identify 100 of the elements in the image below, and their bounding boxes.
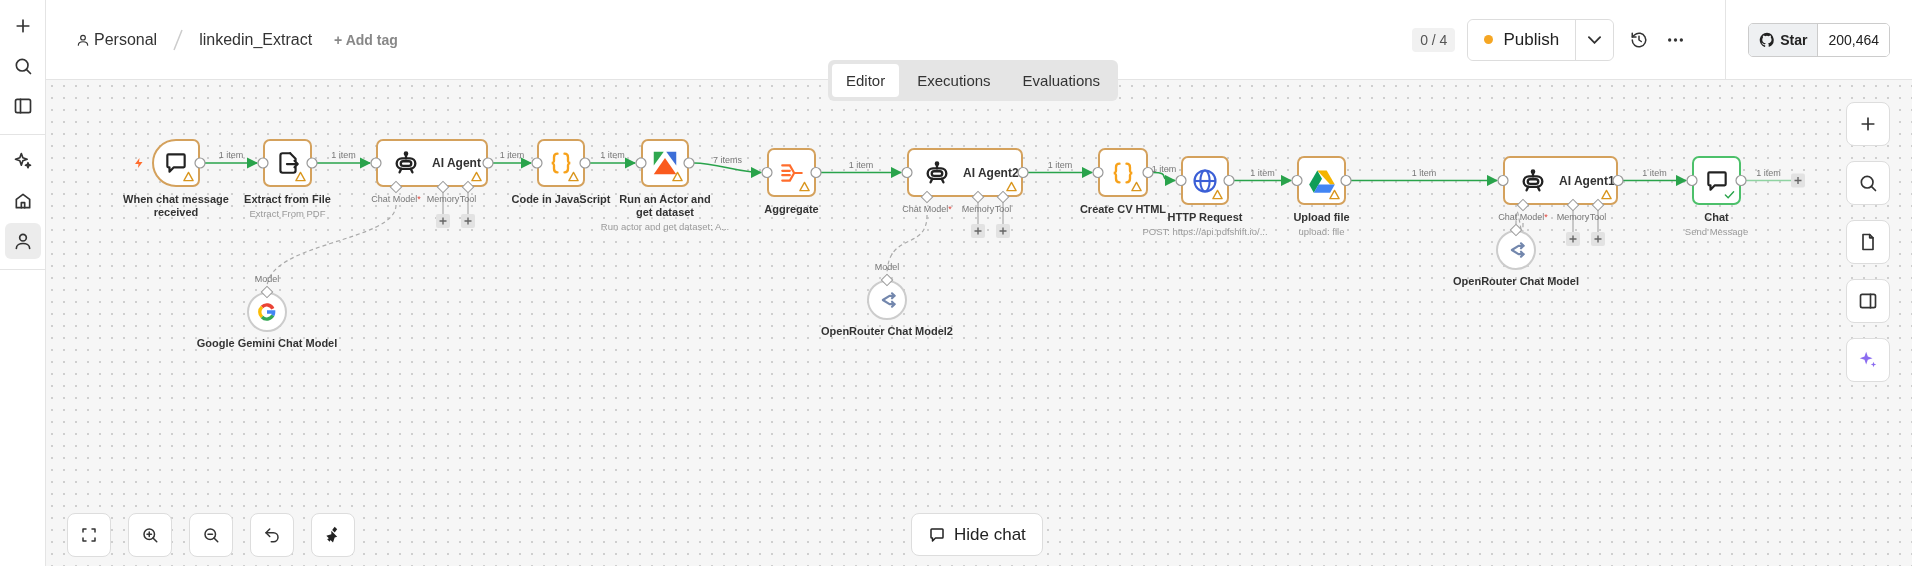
project-link[interactable]: Personal (94, 30, 158, 49)
sticky-note-button[interactable] (1846, 220, 1890, 264)
workflow-node[interactable]: AI Agent (376, 139, 488, 187)
workflow-node[interactable]: AI Agent2 (907, 148, 1023, 197)
connection-line (977, 201, 979, 225)
ai-assistant-button[interactable] (1846, 338, 1890, 382)
panel-toggle-button[interactable] (1846, 279, 1890, 323)
view-tab[interactable]: Evaluations (1008, 64, 1115, 97)
output-port[interactable] (1223, 174, 1235, 187)
undo-button[interactable] (250, 513, 294, 557)
input-port[interactable] (1092, 166, 1104, 179)
connection-line (316, 157, 372, 169)
workflow-node[interactable] (537, 139, 585, 187)
add-node-button[interactable] (996, 224, 1010, 238)
output-port[interactable] (1142, 166, 1154, 179)
add-node-button[interactable] (436, 214, 450, 228)
output-port[interactable] (579, 157, 591, 169)
node-subtitle: Extract From PDF (249, 208, 326, 220)
input-port[interactable] (761, 166, 773, 179)
connection-line (1233, 174, 1293, 187)
add-node-button[interactable] (971, 224, 985, 238)
connection-port[interactable] (389, 180, 403, 194)
connection-line (589, 157, 637, 169)
publish-menu-button[interactable] (1575, 19, 1614, 60)
add-node-button[interactable] (461, 214, 475, 228)
connection-line (204, 157, 259, 169)
input-port[interactable] (370, 157, 382, 169)
input-port[interactable] (635, 157, 647, 169)
connection-port[interactable] (1509, 223, 1523, 237)
input-port[interactable] (257, 157, 269, 169)
search-button[interactable] (1846, 161, 1890, 205)
add-tag-link[interactable]: + Add tag (334, 31, 398, 48)
connection-port[interactable] (461, 180, 475, 194)
connection-line (1622, 174, 1688, 187)
input-port[interactable] (901, 166, 913, 179)
input-port[interactable] (531, 157, 543, 169)
model-node[interactable] (1496, 230, 1536, 270)
sidebar-item[interactable] (4, 223, 41, 259)
output-port[interactable] (482, 157, 494, 169)
workflow-node[interactable] (263, 139, 312, 187)
zoom-in-icon (141, 526, 159, 544)
output-port[interactable] (1340, 174, 1352, 187)
input-port[interactable] (1175, 174, 1187, 187)
edge-label: 1 item (1756, 167, 1781, 178)
undo-icon (263, 526, 281, 544)
node-title: OpenRouter Chat Model (1453, 275, 1579, 289)
github-star-widget[interactable]: Star 200,464 (1748, 22, 1890, 57)
edge-label: 1 item (1250, 167, 1275, 178)
connection-port[interactable] (1516, 198, 1530, 212)
workflow-node[interactable] (152, 139, 200, 187)
fit-view-button[interactable] (67, 513, 111, 557)
output-port[interactable] (1017, 166, 1029, 179)
zoom-out-button[interactable] (189, 513, 233, 557)
globe-icon (1191, 166, 1219, 195)
workflow-name[interactable]: linkedin_Extract (199, 30, 313, 49)
workflow-node[interactable] (1692, 156, 1741, 205)
output-port[interactable] (306, 157, 318, 169)
edge-label: 1 item (1047, 159, 1073, 170)
connection-line (442, 191, 444, 215)
hide-chat-button[interactable]: Hide chat (911, 513, 1043, 556)
model-node[interactable] (867, 280, 907, 320)
connection-port[interactable] (971, 190, 985, 204)
node-title: Google Gemini Chat Model (196, 337, 338, 351)
chevron-down-icon (1588, 35, 1602, 44)
workflow-node[interactable] (767, 148, 816, 197)
output-port[interactable] (194, 157, 206, 169)
output-port[interactable] (810, 166, 822, 179)
zoom-in-button[interactable] (128, 513, 172, 557)
connection-port[interactable] (880, 273, 894, 287)
node-title: When chat message received (122, 193, 230, 220)
edge-label: 1 item (848, 159, 874, 170)
connection-port[interactable] (920, 190, 934, 204)
input-port[interactable] (1686, 174, 1698, 187)
add-node-button[interactable] (1791, 173, 1805, 188)
connection-port[interactable] (260, 285, 274, 299)
input-port[interactable] (1291, 174, 1303, 187)
workflow-node[interactable]: AI Agent1 (1503, 156, 1618, 205)
tidy-up-button[interactable] (311, 513, 355, 557)
connection-port[interactable] (1591, 198, 1605, 212)
add-node-button[interactable] (1846, 102, 1890, 146)
add-node-button[interactable] (1566, 232, 1580, 246)
model-node[interactable] (247, 292, 287, 332)
workflow-node[interactable] (1181, 156, 1229, 205)
view-tab[interactable]: Executions (903, 64, 1005, 97)
view-tab[interactable]: Editor (832, 64, 900, 97)
workflow-node[interactable] (1297, 156, 1346, 205)
edge-label: 1 item (218, 150, 244, 160)
github-star-button[interactable]: Star (1749, 23, 1819, 56)
connection-port[interactable] (996, 190, 1010, 204)
output-port[interactable] (683, 157, 695, 169)
port-label: Tool (994, 204, 1012, 214)
port-label: Tool (1589, 212, 1607, 222)
connection-port[interactable] (436, 180, 450, 194)
workflow-node[interactable] (1098, 148, 1148, 197)
input-port[interactable] (1497, 174, 1509, 187)
edge-label: 7 items (713, 154, 742, 165)
output-port[interactable] (1735, 174, 1747, 187)
add-node-button[interactable] (1591, 232, 1605, 246)
connection-port[interactable] (1566, 198, 1580, 212)
workflow-node[interactable] (641, 139, 689, 187)
